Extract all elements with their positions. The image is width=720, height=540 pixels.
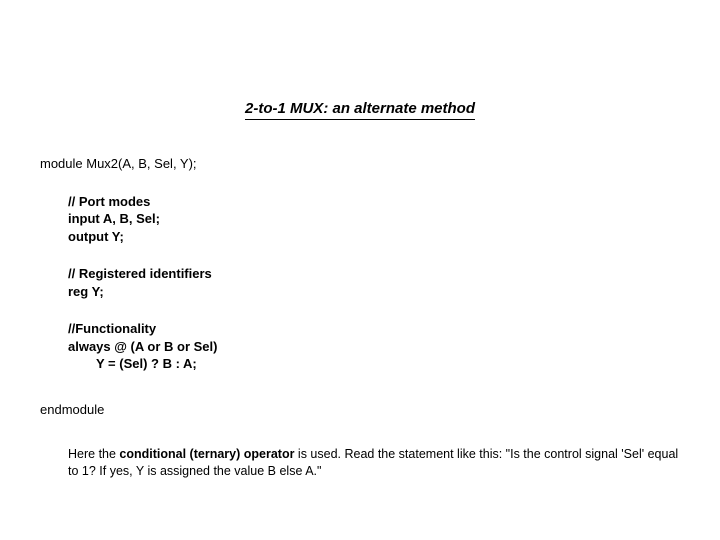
code-port-input: input A, B, Sel; [68,210,680,228]
code-assign-line: Y = (Sel) ? B : A; [96,355,680,373]
code-port-comment: // Port modes [68,193,680,211]
code-always-line: always @ (A or B or Sel) [68,338,680,356]
code-func-block: //Functionality always @ (A or B or Sel)… [40,320,680,373]
code-func-comment: //Functionality [68,320,680,338]
slide-title: 2-to-1 MUX: an alternate method [245,100,475,120]
code-reg-comment: // Registered identifiers [68,265,680,283]
desc-bold: conditional (ternary) operator [119,447,294,461]
code-port-output: output Y; [68,228,680,246]
code-reg-block: // Registered identifiers reg Y; [40,265,680,300]
description-paragraph: Here the conditional (ternary) operator … [68,446,680,480]
code-port-block: // Port modes input A, B, Sel; output Y; [40,193,680,246]
code-module-decl: module Mux2(A, B, Sel, Y); [40,155,680,173]
code-endmodule: endmodule [40,401,680,419]
code-reg-decl: reg Y; [68,283,680,301]
slide-content: module Mux2(A, B, Sel, Y); // Port modes… [40,155,680,480]
desc-pre: Here the [68,447,119,461]
